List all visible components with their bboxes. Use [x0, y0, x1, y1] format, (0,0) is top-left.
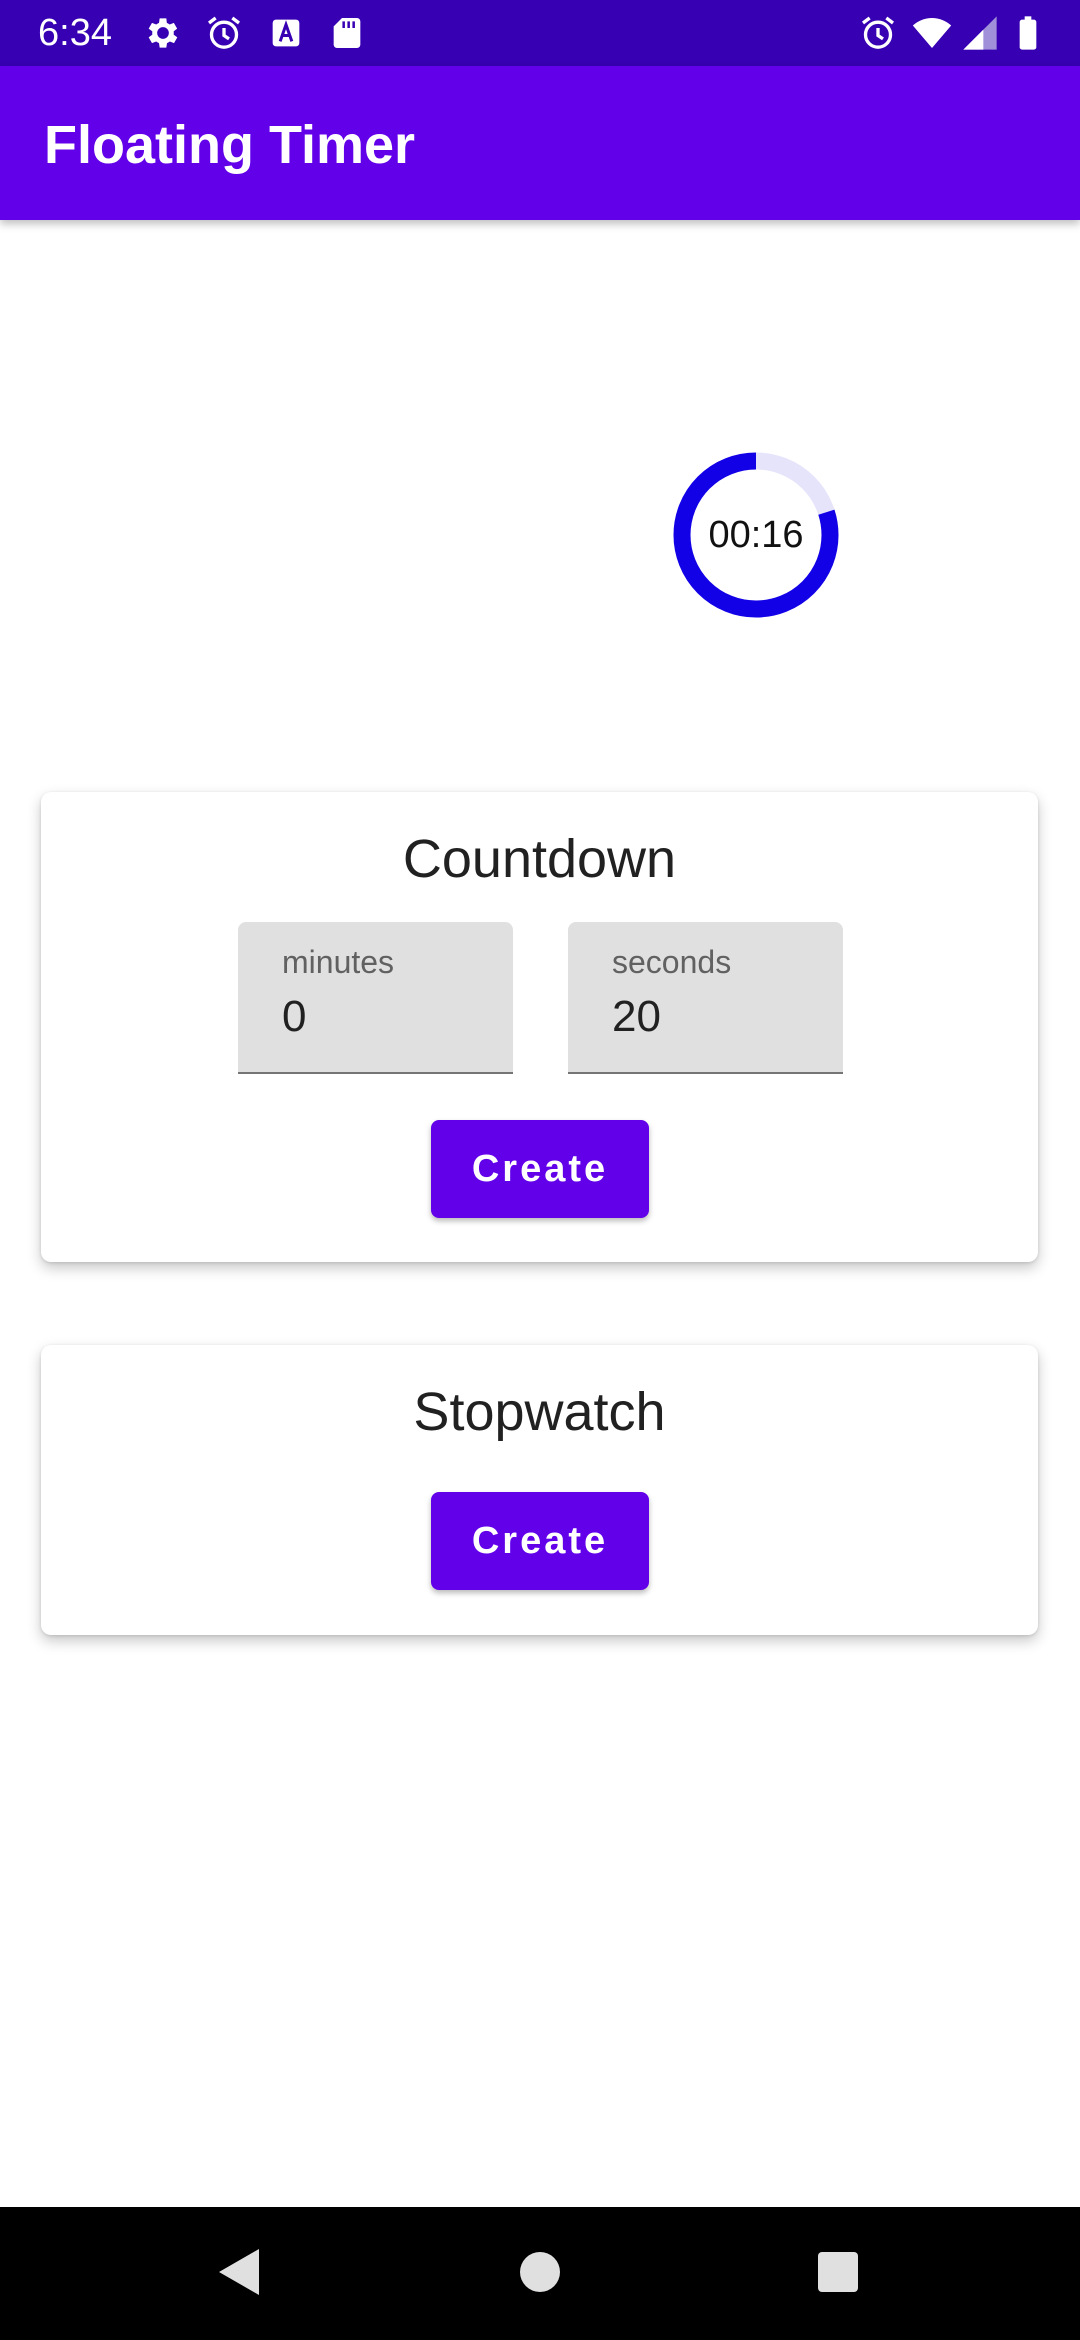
- app-title: Floating Timer: [44, 115, 416, 175]
- settings-icon: [143, 13, 183, 53]
- alarm-icon: [858, 13, 898, 53]
- stopwatch-create-button[interactable]: Create: [431, 1492, 649, 1590]
- home-icon[interactable]: [495, 2227, 585, 2317]
- battery-icon: [1008, 13, 1048, 53]
- navigation-bar: [0, 2207, 1080, 2340]
- wifi-icon: [912, 13, 952, 53]
- status-bar: 6:34: [0, 0, 1080, 66]
- floating-timer-bubble[interactable]: 00:16: [673, 452, 839, 618]
- stopwatch-title: Stopwatch: [413, 1382, 666, 1442]
- seconds-value[interactable]: 20: [612, 992, 661, 1042]
- floating-timer-time: 00:16: [708, 514, 804, 556]
- status-time: 6:34: [38, 12, 112, 54]
- recents-icon[interactable]: [793, 2227, 883, 2317]
- seconds-label: seconds: [612, 944, 732, 980]
- seconds-field[interactable]: seconds 20: [568, 922, 843, 1074]
- minutes-field[interactable]: minutes 0: [238, 922, 513, 1074]
- countdown-card: Countdown minutes 0 seconds 20 Create: [41, 792, 1038, 1262]
- minutes-value[interactable]: 0: [282, 992, 306, 1042]
- minutes-label: minutes: [282, 944, 395, 980]
- sd-card-icon: [327, 13, 367, 53]
- screen: 6:34 Floating Timer 00:16 Countdown minu…: [0, 0, 1080, 2340]
- countdown-create-button[interactable]: Create: [431, 1120, 649, 1218]
- countdown-title: Countdown: [402, 829, 677, 889]
- stopwatch-card: Stopwatch Create: [41, 1345, 1038, 1635]
- back-icon[interactable]: [195, 2227, 285, 2317]
- app-bar: Floating Timer: [0, 66, 1080, 220]
- alarm-icon: [204, 13, 244, 53]
- text-a-icon: [266, 13, 306, 53]
- signal-icon: [960, 13, 1000, 53]
